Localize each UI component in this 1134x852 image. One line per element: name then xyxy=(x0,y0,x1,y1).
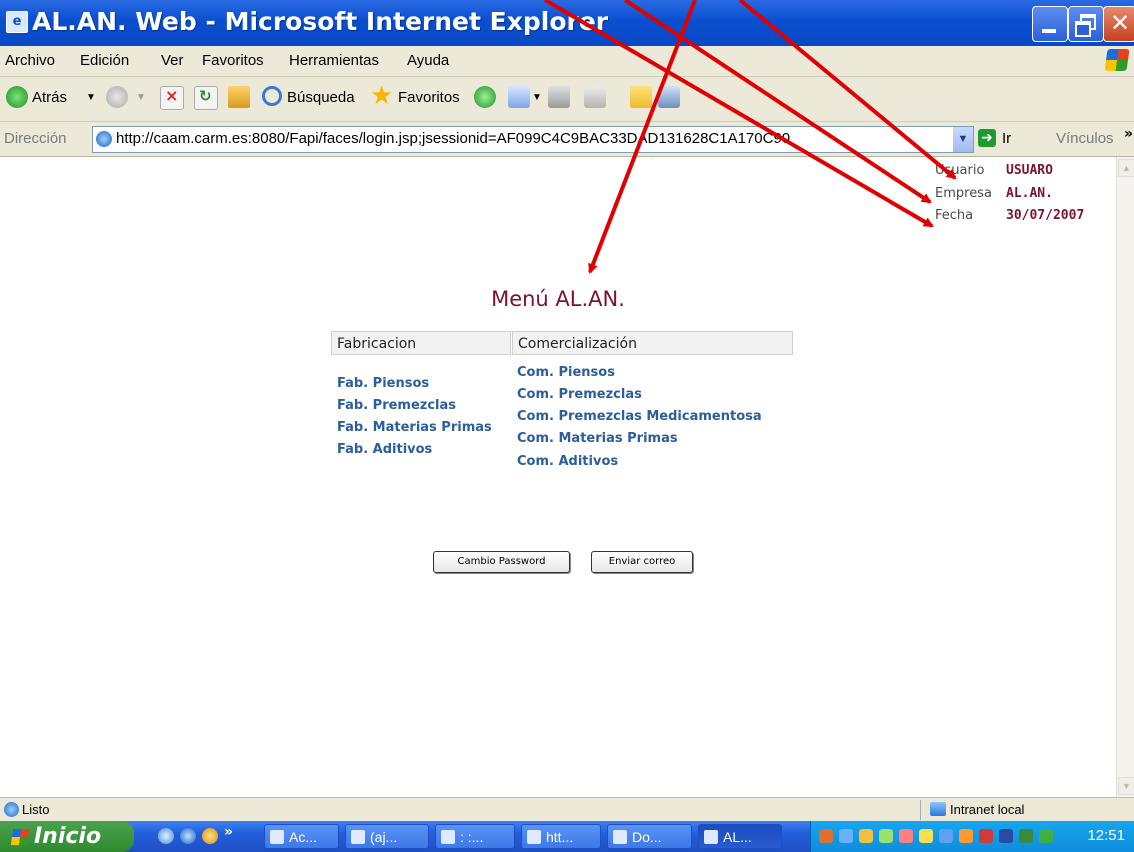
window-icon xyxy=(704,830,718,844)
windows-flag-icon xyxy=(10,829,30,845)
taskbar-item[interactable]: Ac... xyxy=(264,824,339,849)
document-icon xyxy=(613,830,627,844)
window-icon xyxy=(351,830,365,844)
clock: 12:51 xyxy=(1087,827,1125,844)
intranet-zone-icon xyxy=(930,802,946,816)
start-button[interactable]: Inicio xyxy=(0,821,134,852)
tray-icon[interactable] xyxy=(999,829,1013,843)
tray-icon[interactable] xyxy=(1039,829,1053,843)
taskbar-item[interactable]: Do... xyxy=(607,824,692,849)
tray-icon[interactable] xyxy=(899,829,913,843)
tray-icon[interactable] xyxy=(959,829,973,843)
security-zone-text: Intranet local xyxy=(950,802,1025,817)
status-bar: Listo Intranet local xyxy=(0,797,1134,822)
status-divider xyxy=(920,800,921,820)
quicklaunch-more-icon[interactable]: » xyxy=(224,824,233,840)
window-icon xyxy=(527,830,541,844)
taskbar-item[interactable]: : :... xyxy=(435,824,515,849)
system-tray: 12:51 xyxy=(810,821,1134,852)
status-text: Listo xyxy=(22,802,50,817)
tray-icon[interactable] xyxy=(939,829,953,843)
annotation-arrows xyxy=(543,0,957,274)
tray-icon[interactable] xyxy=(1019,829,1033,843)
quicklaunch-desktop-icon[interactable] xyxy=(158,828,174,844)
quicklaunch-ie-icon[interactable] xyxy=(180,828,196,844)
tray-icon[interactable] xyxy=(879,829,893,843)
taskbar-item-active[interactable]: AL... xyxy=(698,824,782,849)
taskbar: Inicio » Ac... (aj... : :... htt... Do..… xyxy=(0,821,1134,852)
page-loaded-icon xyxy=(4,802,19,817)
window-icon xyxy=(270,830,284,844)
tray-icon[interactable] xyxy=(839,829,853,843)
tray-icon[interactable] xyxy=(979,829,993,843)
window-icon xyxy=(441,830,455,844)
quicklaunch-media-icon[interactable] xyxy=(202,828,218,844)
arrow-to-usuario xyxy=(738,0,957,180)
arrow-to-menu-title xyxy=(588,0,697,274)
taskbar-item[interactable]: htt... xyxy=(521,824,601,849)
tray-icon[interactable] xyxy=(819,829,833,843)
taskbar-item[interactable]: (aj... xyxy=(345,824,429,849)
tray-icon[interactable] xyxy=(859,829,873,843)
tray-icon[interactable] xyxy=(919,829,933,843)
